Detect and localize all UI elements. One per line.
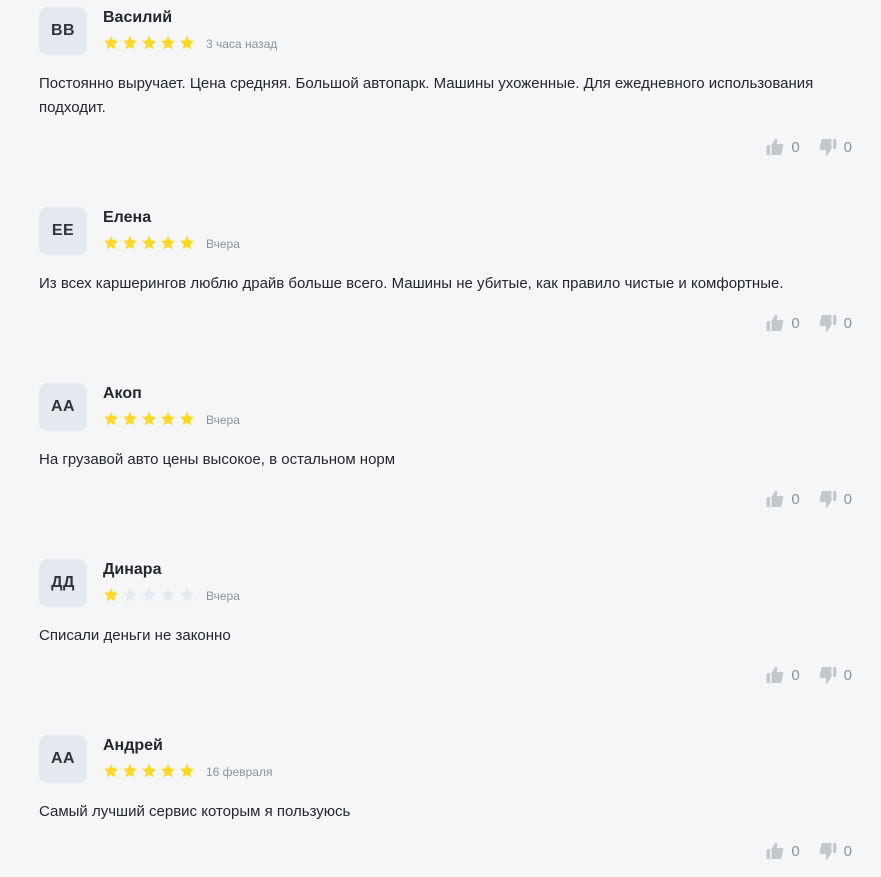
vote-controls: 0 0 <box>765 487 852 511</box>
like-count: 0 <box>791 314 800 332</box>
star-empty-icon <box>179 587 195 602</box>
like-button[interactable]: 0 <box>765 489 800 509</box>
star-filled-icon <box>141 411 157 426</box>
thumbs-up-icon <box>765 841 785 861</box>
star-empty-icon <box>160 587 176 602</box>
review-date: 3 часа назад <box>206 37 278 51</box>
star-rating <box>103 763 195 781</box>
star-filled-icon <box>141 763 157 778</box>
star-filled-icon <box>122 763 138 778</box>
star-filled-icon <box>160 235 176 250</box>
like-button[interactable]: 0 <box>765 665 800 685</box>
star-filled-icon <box>160 763 176 778</box>
star-filled-icon <box>160 35 176 50</box>
thumbs-down-icon <box>818 489 838 509</box>
dislike-count: 0 <box>843 842 852 860</box>
star-filled-icon <box>141 35 157 50</box>
like-count: 0 <box>791 666 800 684</box>
review-text: Списали деньги не законно <box>39 627 231 644</box>
star-filled-icon <box>179 235 195 250</box>
like-button[interactable]: 0 <box>765 313 800 333</box>
star-filled-icon <box>122 411 138 426</box>
star-rating <box>103 35 195 53</box>
reviewer-name: Елена <box>103 209 152 226</box>
dislike-button[interactable]: 0 <box>818 665 852 685</box>
review-text: Из всех каршерингов люблю драйв больше в… <box>39 275 784 292</box>
reviewer-name: Акоп <box>103 385 142 402</box>
dislike-count: 0 <box>843 490 852 508</box>
star-filled-icon <box>160 411 176 426</box>
like-count: 0 <box>791 490 800 508</box>
avatar: ВВ <box>39 7 87 55</box>
vote-controls: 0 0 <box>765 839 852 863</box>
thumbs-down-icon <box>818 313 838 333</box>
avatar: АА <box>39 383 87 431</box>
dislike-count: 0 <box>843 138 852 156</box>
star-filled-icon <box>141 235 157 250</box>
star-filled-icon <box>122 235 138 250</box>
star-filled-icon <box>103 35 119 50</box>
dislike-count: 0 <box>843 666 852 684</box>
vote-controls: 0 0 <box>765 135 852 159</box>
avatar: ДД <box>39 559 87 607</box>
like-button[interactable]: 0 <box>765 137 800 157</box>
dislike-button[interactable]: 0 <box>818 137 852 157</box>
thumbs-down-icon <box>818 137 838 157</box>
vote-controls: 0 0 <box>765 311 852 335</box>
dislike-button[interactable]: 0 <box>818 313 852 333</box>
thumbs-up-icon <box>765 489 785 509</box>
reviewer-name: Василий <box>103 9 173 26</box>
star-empty-icon <box>122 587 138 602</box>
like-count: 0 <box>791 138 800 156</box>
review-text: На грузавой авто цены высокое, в остальн… <box>39 451 396 468</box>
review-text: Самый лучший сервис которым я пользуюсь <box>39 803 351 820</box>
thumbs-up-icon <box>765 313 785 333</box>
thumbs-up-icon <box>765 665 785 685</box>
thumbs-down-icon <box>818 665 838 685</box>
thumbs-down-icon <box>818 841 838 861</box>
dislike-button[interactable]: 0 <box>818 841 852 861</box>
star-filled-icon <box>122 35 138 50</box>
review-date: Вчера <box>206 413 240 427</box>
reviewer-name: Динара <box>103 561 162 578</box>
star-filled-icon <box>179 411 195 426</box>
star-filled-icon <box>103 587 119 602</box>
dislike-button[interactable]: 0 <box>818 489 852 509</box>
star-filled-icon <box>103 235 119 250</box>
star-rating <box>103 587 195 605</box>
star-filled-icon <box>179 763 195 778</box>
star-filled-icon <box>103 411 119 426</box>
like-count: 0 <box>791 842 800 860</box>
review-date: 16 февраля <box>206 765 273 779</box>
vote-controls: 0 0 <box>765 663 852 687</box>
dislike-count: 0 <box>843 314 852 332</box>
reviewer-name: Андрей <box>103 737 163 754</box>
reviews-list: ВВ Василий 3 часа назад Постоянно выруча… <box>0 0 881 877</box>
thumbs-up-icon <box>765 137 785 157</box>
review-date: Вчера <box>206 589 240 603</box>
avatar: ЕЕ <box>39 207 87 255</box>
like-button[interactable]: 0 <box>765 841 800 861</box>
star-rating <box>103 235 195 253</box>
star-filled-icon <box>179 35 195 50</box>
review-date: Вчера <box>206 237 240 251</box>
review-text: Постоянно выручает. Цена средняя. Большо… <box>39 75 814 116</box>
star-rating <box>103 411 195 429</box>
avatar: АА <box>39 735 87 783</box>
star-empty-icon <box>141 587 157 602</box>
star-filled-icon <box>103 763 119 778</box>
